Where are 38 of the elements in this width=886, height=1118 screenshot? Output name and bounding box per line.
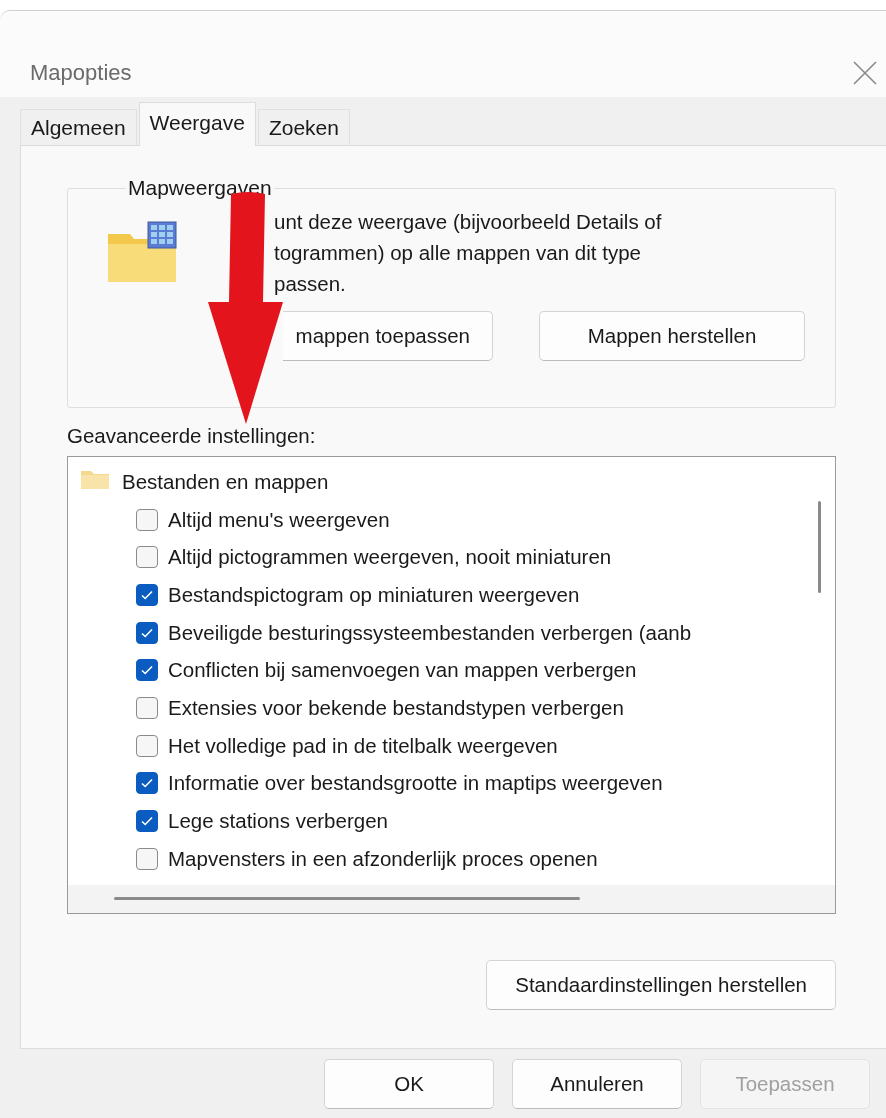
checkbox[interactable] <box>136 772 158 795</box>
checkbox[interactable] <box>136 583 158 606</box>
checkbox[interactable] <box>136 546 158 569</box>
checkbox[interactable] <box>136 508 158 531</box>
vertical-scrollbar[interactable] <box>818 501 821 593</box>
checkbox[interactable] <box>136 659 158 682</box>
folder-button[interactable]: mappen toepassen <box>283 311 493 361</box>
folder-icon <box>106 220 178 284</box>
group-label: Mapweergaven <box>127 176 273 200</box>
checkbox[interactable] <box>136 810 158 833</box>
checkbox-label[interactable]: Lege stations verbergen <box>168 809 388 834</box>
window-title: Mapopties <box>30 60 132 86</box>
restore-defaults-button[interactable]: Standaardinstellingen herstellen <box>486 960 836 1010</box>
checkbox-label[interactable]: Beveiligde besturingssysteembestanden verbergen (aanb <box>168 620 692 645</box>
checkbox-label[interactable]: Altijd pictogrammen weergeven, nooit miniaturen <box>168 545 612 570</box>
checkbox-label[interactable]: Informatie over bestandsgrootte in maptips weergeven <box>168 771 663 796</box>
folder-icon <box>80 468 110 491</box>
section-label: Geavanceerde instellingen: <box>67 424 317 448</box>
checkbox[interactable] <box>136 621 158 644</box>
folder-button[interactable]: Mappen herstellen <box>539 311 805 361</box>
checkbox-label[interactable]: Extensies voor bekende bestandstypen verbergen <box>168 695 624 720</box>
checkbox-label[interactable]: Mapvensters in een afzonderlijk proces openen <box>168 846 598 871</box>
tab[interactable]: Algemeen <box>20 109 137 145</box>
tab[interactable]: Zoeken <box>257 109 350 145</box>
dialog-button[interactable]: OK <box>324 1059 494 1109</box>
horizontal-scrollbar[interactable] <box>114 897 580 900</box>
checkbox-label[interactable]: Het volledige pad in de titelbalk weergeven <box>168 733 558 758</box>
checkbox-label[interactable]: Bestandspictogram op miniaturen weergeven <box>168 582 580 607</box>
tree-item[interactable]: Bestanden en mappen <box>122 469 329 494</box>
description-text: unt deze weergave (bijvoorbeeld Details of togrammen) op alle mappen van dit type passen. <box>274 209 662 297</box>
checkbox[interactable] <box>136 847 158 870</box>
close-icon[interactable] <box>852 60 878 86</box>
checkbox[interactable] <box>136 734 158 757</box>
checkbox-label[interactable]: Conflicten bij samenvoegen van mappen verbergen <box>168 658 637 683</box>
dialog-button[interactable]: Annuleren <box>512 1059 682 1109</box>
checkbox-label[interactable]: Altijd menu's weergeven <box>168 507 390 532</box>
tab[interactable]: Weergave <box>138 102 256 146</box>
checkbox[interactable] <box>136 696 158 719</box>
